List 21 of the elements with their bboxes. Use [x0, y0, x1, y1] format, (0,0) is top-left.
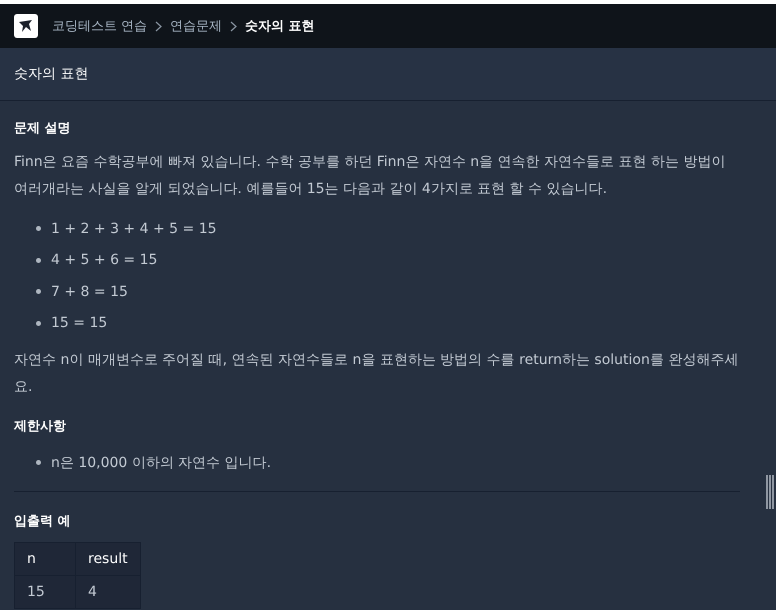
chevron-icon	[155, 20, 162, 32]
table-header: n	[14, 542, 76, 575]
table-cell: 4	[76, 575, 140, 608]
breadcrumb-link[interactable]: 연습문제	[170, 17, 222, 35]
list-item: n은 10,000 이하의 자연수 입니다.	[51, 454, 272, 472]
table-cell: 15	[14, 575, 76, 608]
paragraph: 자연수 n이 매개변수로 주어질 때, 연속된 자연수들로 n을 표현하는 방법의 수를 return하는 solution를 완성해주세요.	[14, 351, 740, 397]
breadcrumb-link[interactable]: 숫자의 표현	[245, 17, 315, 35]
list-item: 1 + 2 + 3 + 4 + 5 = 15	[51, 220, 217, 237]
problem-title: 숫자의 표현	[14, 65, 88, 83]
breadcrumb-link[interactable]: 코딩테스트 연습	[52, 17, 148, 35]
paragraph: Finn은 요즘 수학공부에 빠져 있습니다. 수학 공부를 하던 Finn은 자연수 n을 연속한 자연수들로 표현 하는 방법이 여러개라는 사실을 알게 되었습니다. 예를들어 15는 다음과 같이 4가지로 표현 할 수 있습니다.	[14, 153, 726, 199]
resize-handle-icon[interactable]	[765, 475, 775, 509]
list-item: 15 = 15	[51, 315, 108, 332]
section-heading: 제한사항	[14, 418, 67, 435]
section-heading: 문제 설명	[14, 120, 72, 137]
list-item: 7 + 8 = 15	[51, 284, 128, 300]
table-header: result	[76, 542, 140, 575]
list-item: 4 + 5 + 6 = 15	[51, 252, 158, 268]
chevron-icon	[230, 20, 238, 32]
section-heading: 입출력 예	[14, 512, 72, 530]
